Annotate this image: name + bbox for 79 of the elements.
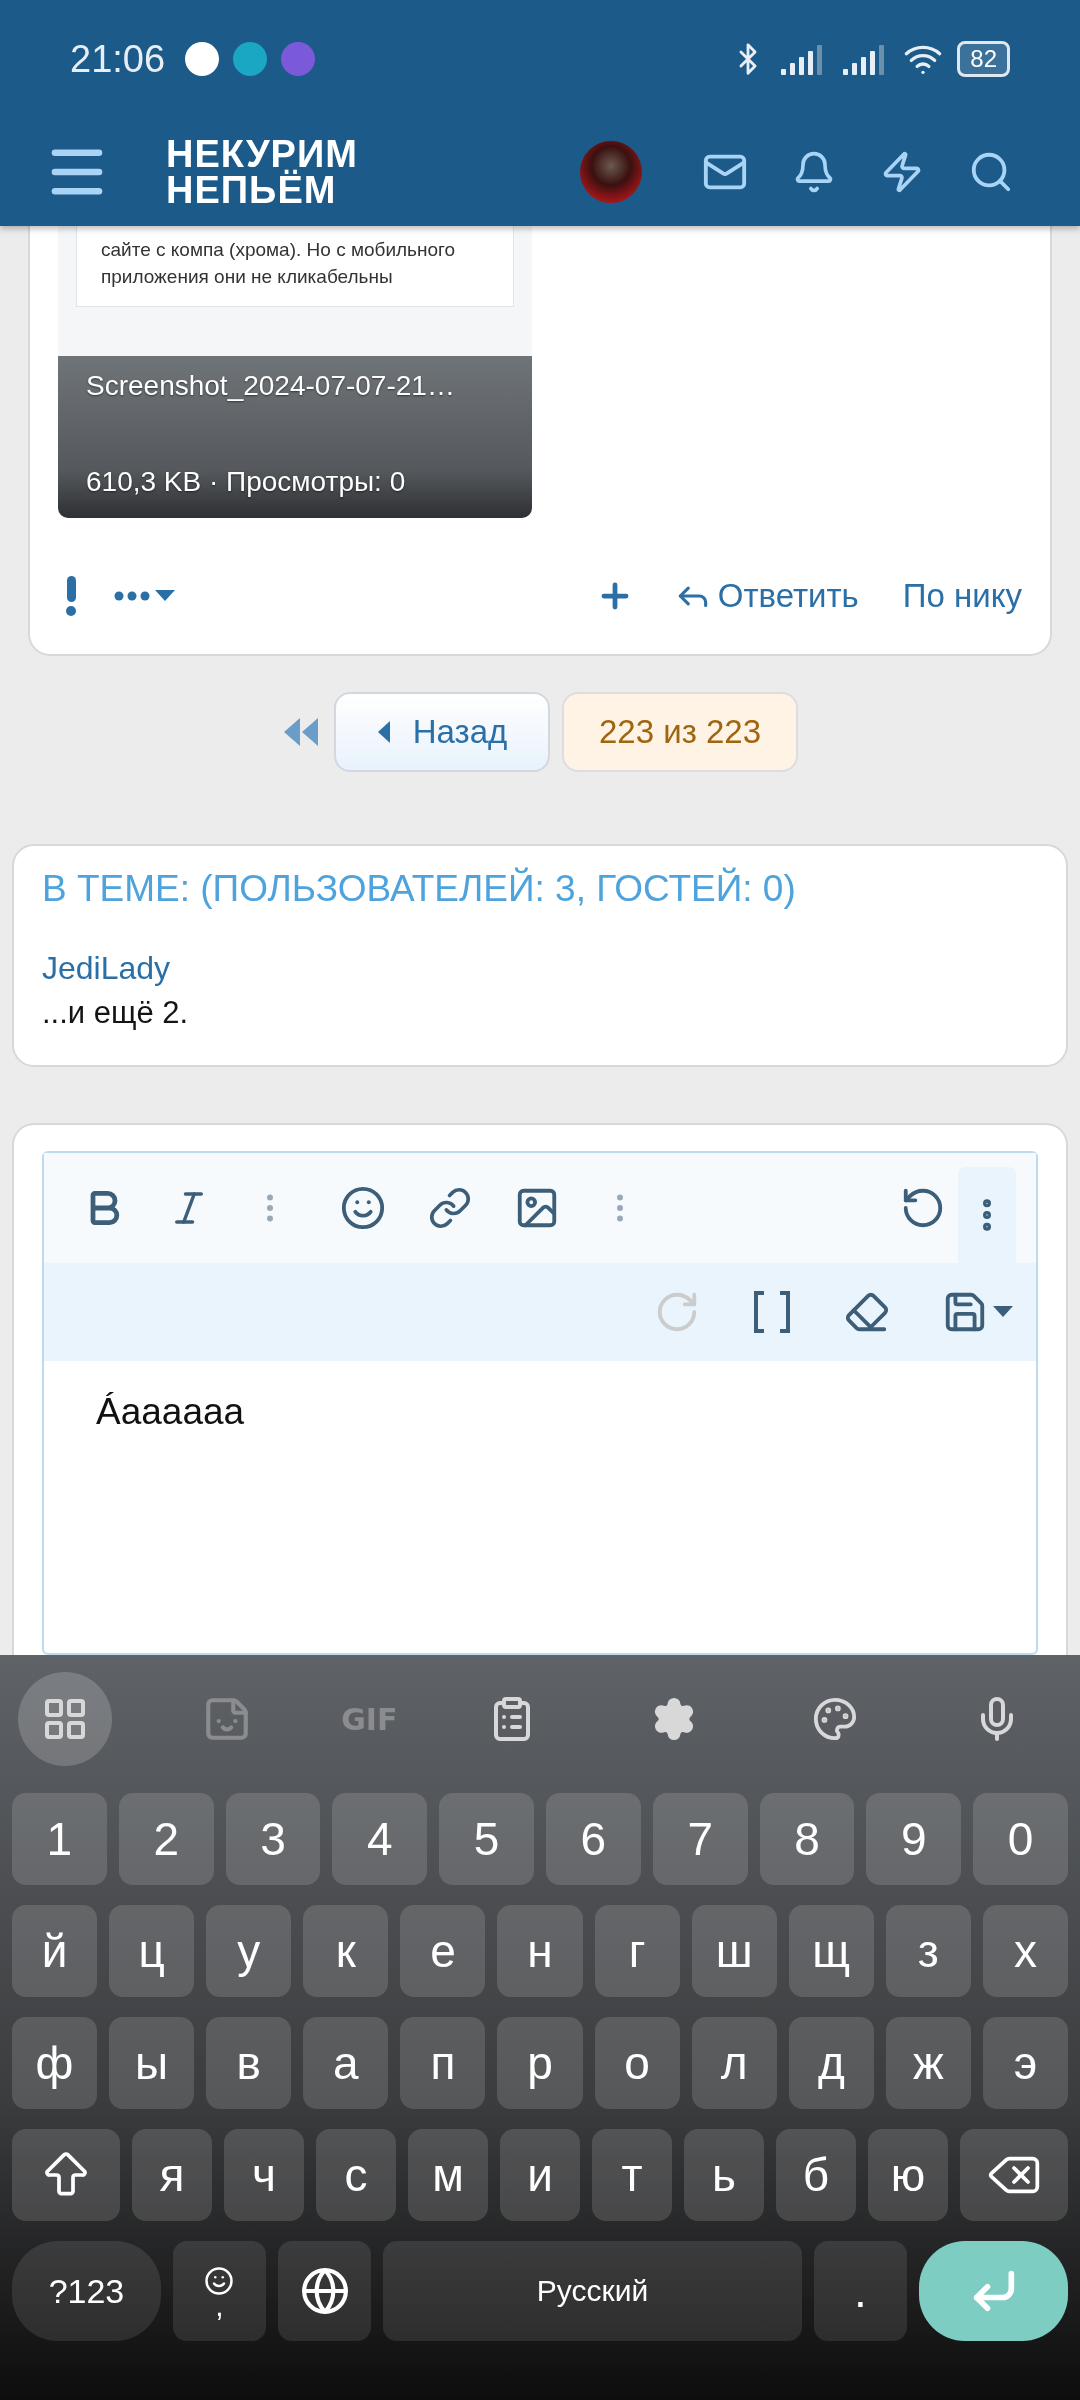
keyboard-key[interactable]: в: [206, 2017, 292, 2109]
keyboard-key[interactable]: 1: [12, 1793, 107, 1885]
keyboard-key[interactable]: ю: [868, 2129, 948, 2221]
backspace-key[interactable]: [960, 2129, 1068, 2221]
online-title: В ТЕМЕ: (ПОЛЬЗОВАТЕЛЕЙ: 3, ГОСТЕЙ: 0): [42, 867, 797, 910]
more-users-text: ...и ещё 2.: [42, 994, 190, 1031]
smiley-icon: [204, 2266, 235, 2296]
app-icon: [233, 42, 268, 76]
smiley-icon[interactable]: [340, 1185, 386, 1231]
page-indicator[interactable]: 223 из 223: [562, 691, 798, 772]
space-key[interactable]: Русский: [383, 2241, 802, 2341]
back-button[interactable]: Назад: [334, 691, 550, 772]
keyboard-key[interactable]: л: [691, 2017, 777, 2109]
keyboard-key[interactable]: ф: [12, 2017, 98, 2109]
caret-icon: [376, 719, 391, 744]
caret-icon: [154, 589, 176, 603]
keyboard-key[interactable]: 7: [652, 1793, 748, 1885]
screenshot-text: приложения они не кликабельны: [101, 265, 394, 289]
keyboard-key[interactable]: 4: [332, 1793, 428, 1885]
keyboard-key[interactable]: о: [594, 2017, 680, 2109]
keyboard-key[interactable]: ж: [885, 2017, 971, 2109]
ellipsis-icon: [114, 591, 150, 601]
keyboard-key[interactable]: 9: [866, 1793, 962, 1885]
keyboard-key[interactable]: р: [497, 2017, 583, 2109]
globe-key[interactable]: [278, 2241, 372, 2341]
keyboard-key[interactable]: я: [132, 2129, 212, 2221]
report-icon[interactable]: [64, 576, 78, 616]
keyboard-key[interactable]: у: [206, 1905, 292, 1997]
user-link[interactable]: JediLady: [42, 949, 1038, 987]
keyboard-key[interactable]: н: [497, 1905, 583, 1997]
editor-text: Áaaaaaa: [95, 1390, 246, 1434]
keyboard-key[interactable]: с: [316, 2129, 396, 2221]
keyboard-key[interactable]: а: [303, 2017, 389, 2109]
period-key[interactable]: .: [813, 2241, 908, 2341]
message-editor[interactable]: Áaaaaaa: [42, 1151, 1038, 1655]
more-icon[interactable]: [958, 1167, 1016, 1263]
keyboard-key[interactable]: д: [788, 2017, 874, 2109]
keyboard-key[interactable]: г: [594, 1905, 680, 1997]
keyboard-key[interactable]: х: [982, 1905, 1069, 1997]
keyboard-key[interactable]: е: [400, 1905, 486, 1997]
keyboard-key[interactable]: м: [408, 2129, 488, 2221]
keyboard-key[interactable]: 2: [118, 1793, 214, 1885]
app-icon: [185, 42, 220, 76]
symbols-key[interactable]: ?123: [12, 2241, 161, 2341]
keyboard-key[interactable]: 6: [546, 1793, 641, 1885]
keyboard-key[interactable]: б: [776, 2129, 856, 2221]
attachment-filename: Screenshot_2024-07-07-21…: [86, 370, 456, 402]
attachment-meta: 610,3 KB · Просмотры: 0: [86, 466, 407, 498]
screenshot-text: сайте с компа (хрома). Но с мобильного: [101, 238, 457, 262]
keyboard-key[interactable]: щ: [788, 1905, 874, 1997]
keyboard-key[interactable]: з: [885, 1905, 971, 1997]
keyboard-key[interactable]: 3: [225, 1793, 321, 1885]
attachment-thumbnail[interactable]: сайте с компа (хрома). Но с мобильного приложения они не кликабельны Screenshot_2024-07-07-21… 610,3 KB · Просмотры: 0: [58, 226, 532, 518]
keyboard-key[interactable]: т: [592, 2129, 672, 2221]
reply-button[interactable]: Ответить: [673, 577, 859, 615]
keyboard-key[interactable]: 5: [439, 1793, 534, 1885]
keyboard-key[interactable]: 0: [973, 1793, 1068, 1885]
battery-icon: 82: [957, 41, 1010, 77]
keyboard-key[interactable]: ч: [224, 2129, 304, 2221]
keyboard-key[interactable]: и: [500, 2129, 580, 2221]
keyboard-key[interactable]: э: [982, 2017, 1069, 2109]
by-nick-link[interactable]: По нику: [902, 577, 1022, 615]
keyboard-key[interactable]: ь: [684, 2129, 764, 2221]
keyboard-key[interactable]: й: [12, 1905, 98, 1997]
app-icon: [281, 42, 316, 76]
shift-key[interactable]: [12, 2129, 120, 2221]
keyboard-key[interactable]: ц: [109, 1905, 195, 1997]
keyboard-key[interactable]: п: [400, 2017, 486, 2109]
site-logo[interactable]: НЕКУРИМ НЕПЬЁМ: [166, 136, 358, 208]
link-icon[interactable]: [428, 1186, 472, 1230]
brackets-icon[interactable]: [752, 1290, 792, 1334]
more-button[interactable]: [114, 589, 176, 603]
keyboard-key[interactable]: к: [303, 1905, 389, 1997]
globe-icon: [299, 2266, 350, 2316]
keyboard-key[interactable]: ш: [691, 1905, 777, 1997]
keyboard-key[interactable]: 8: [759, 1793, 855, 1885]
emoji-comma-key[interactable]: ,: [172, 2241, 266, 2341]
status-time: 21:06: [70, 37, 166, 81]
keyboard-key[interactable]: ы: [109, 2017, 195, 2109]
